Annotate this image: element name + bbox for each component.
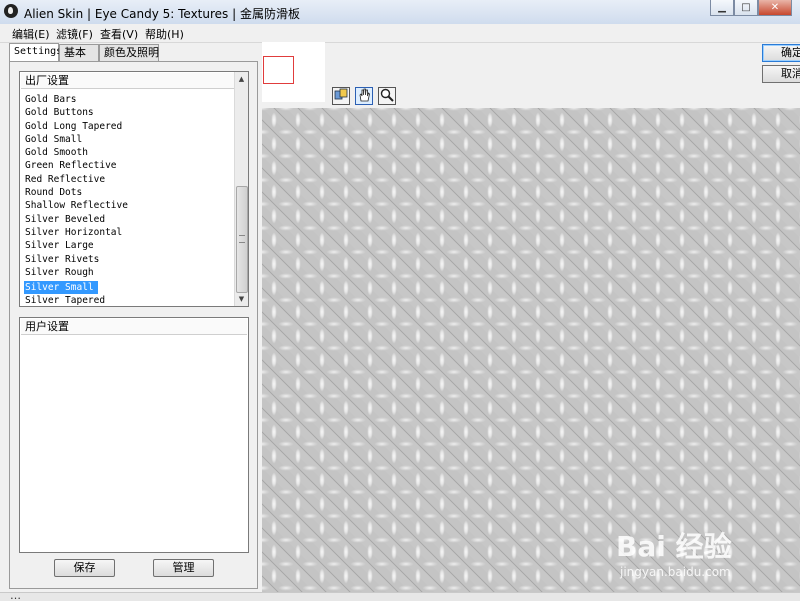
list-item[interactable]: Shallow Reflective [24, 199, 236, 212]
settings-panel: 出厂设置 Gold Bars Gold Buttons Gold Long Ta… [9, 61, 258, 589]
list-item[interactable]: Gold Small [24, 133, 236, 146]
scroll-thumb[interactable] [236, 186, 248, 293]
list-item[interactable]: Red Reflective [24, 173, 236, 186]
ok-button[interactable]: 确定 [762, 44, 800, 62]
list-item[interactable]: Gold Bars [24, 93, 236, 106]
list-item[interactable]: Gold Buttons [24, 106, 236, 119]
list-item[interactable]: Silver Tapered [24, 294, 236, 306]
user-settings-list[interactable]: 用户设置 [19, 317, 249, 553]
user-settings-header: 用户设置 [21, 319, 247, 335]
alien-skin-logo-icon [4, 4, 18, 18]
tab-settings[interactable]: Settings [9, 43, 62, 62]
scroll-down-arrow-icon[interactable]: ▼ [235, 292, 248, 306]
preview-toggle-icon[interactable] [332, 87, 350, 105]
list-item[interactable]: Gold Smooth [24, 146, 236, 159]
list-item[interactable]: Silver Horizontal [24, 226, 236, 239]
minimize-button[interactable]: ▁ [710, 0, 734, 16]
zoom-tool-icon[interactable] [378, 87, 396, 105]
scroll-up-arrow-icon[interactable]: ▲ [235, 72, 248, 86]
window-controls: ▁ □ ✕ [710, 0, 792, 16]
tab-color-lighting[interactable]: 颜色及照明 [99, 44, 159, 61]
maximize-button[interactable]: □ [734, 0, 758, 16]
watermark-main: Bai 经验 [616, 530, 732, 563]
factory-settings-items: Gold Bars Gold Buttons Gold Long Tapered… [24, 93, 236, 306]
watermark-url: jingyan.baidu.com [620, 565, 731, 579]
menu-view[interactable]: 查看(V) [100, 26, 138, 42]
factory-list-scrollbar[interactable]: ▲ ▼ [234, 72, 248, 306]
save-button[interactable]: 保存 [54, 559, 115, 577]
menu-filter[interactable]: 滤镜(F) [56, 26, 93, 42]
list-item[interactable]: Silver Rivets [24, 253, 236, 266]
menu-edit[interactable]: 编辑(E) [12, 26, 50, 42]
baidu-watermark: Bai 经验 jingyan.baidu.com [616, 515, 776, 585]
list-item-selected[interactable]: Silver Small [24, 281, 98, 295]
factory-settings-header: 出厂设置 [21, 73, 235, 89]
selected-row: Silver Small [24, 279, 236, 295]
window-title: Alien Skin | Eye Candy 5: Textures | 金属防… [24, 7, 300, 21]
menu-help[interactable]: 帮助(H) [145, 26, 184, 42]
navigator-view-rect[interactable] [263, 56, 294, 84]
tab-basic[interactable]: 基本 [59, 44, 99, 61]
menu-bar: 编辑(E) 滤镜(F) 查看(V) 帮助(H) [0, 24, 800, 43]
cancel-button[interactable]: 取消 [762, 65, 800, 83]
list-item[interactable]: Gold Long Tapered [24, 120, 236, 133]
hand-tool-icon[interactable] [355, 87, 373, 105]
close-button[interactable]: ✕ [758, 0, 792, 16]
list-item[interactable]: Round Dots [24, 186, 236, 199]
list-item[interactable]: Silver Rough [24, 266, 236, 279]
list-item[interactable]: Green Reflective [24, 159, 236, 172]
factory-settings-list[interactable]: 出厂设置 Gold Bars Gold Buttons Gold Long Ta… [19, 71, 249, 307]
list-item[interactable]: Silver Beveled [24, 213, 236, 226]
title-bar: Alien Skin | Eye Candy 5: Textures | 金属防… [0, 0, 800, 25]
list-item[interactable]: Silver Large [24, 239, 236, 252]
manage-button[interactable]: 管理 [153, 559, 214, 577]
